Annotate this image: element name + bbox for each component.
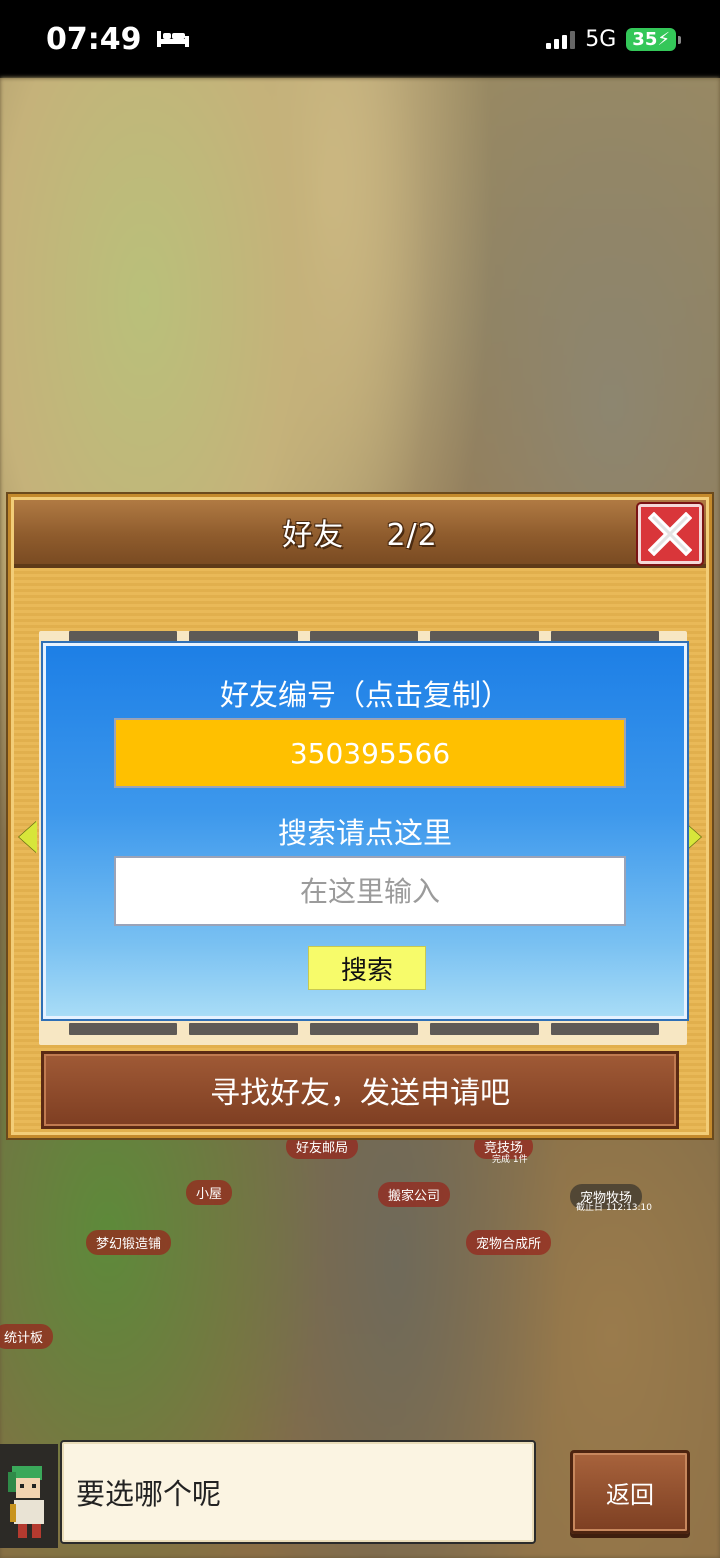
close-icon [648, 512, 692, 556]
panel-tab-strip-top [69, 631, 660, 643]
arrow-left-icon[interactable] [19, 821, 37, 853]
find-friends-banner: 寻找好友，发送申请吧 [41, 1051, 679, 1129]
speech-bubble: 要选哪个呢 [60, 1440, 536, 1544]
dialog-header: 好友 2/2 [14, 500, 706, 568]
avatar [0, 1444, 58, 1548]
map-label-cabin[interactable]: 小屋 [186, 1180, 233, 1205]
character-avatar-icon [8, 1466, 44, 1538]
dialog-page: 2/2 [386, 518, 438, 553]
search-input[interactable] [114, 856, 626, 926]
speech-text: 要选哪个呢 [76, 1477, 222, 1511]
map-label-moving-company[interactable]: 搬家公司 [378, 1182, 451, 1207]
dialog-title-text: 好友 [282, 518, 345, 553]
dialog-title: 好友 2/2 [282, 510, 437, 554]
status-time: 07:49 [46, 21, 142, 57]
search-button[interactable]: 搜索 [308, 946, 426, 990]
friend-id-panel: 好友编号（点击复制） 350395566 搜索请点这里 搜索 [43, 643, 687, 1019]
status-left: 07:49 [46, 22, 190, 57]
friend-id-copy-box[interactable]: 350395566 [114, 718, 626, 788]
map-label-stats-board[interactable]: 统计板 [0, 1324, 54, 1349]
map-sublabel-arena: 完成 1件 [492, 1155, 528, 1165]
search-label: 搜索请点这里 [277, 816, 452, 850]
network-label: 5G [585, 26, 617, 52]
friend-dialog: 好友 2/2 好友编号（点击复制） 350395566 搜索请点这里 搜索 寻找… [8, 494, 712, 1138]
map-label-pet-fusion[interactable]: 宠物合成所 [466, 1230, 552, 1255]
close-button[interactable] [638, 504, 702, 564]
battery-icon: 35⚡ [626, 27, 681, 51]
status-right: 5G 35⚡ [546, 26, 681, 52]
friend-id-label: 好友编号（点击复制） [219, 678, 510, 712]
map-label-dream-forge[interactable]: 梦幻锻造铺 [86, 1230, 172, 1255]
bed-icon [156, 22, 190, 57]
signal-icon [546, 29, 576, 49]
status-bar: 07:49 5G 35⚡ [0, 0, 720, 78]
map-sublabel-pet-ranch: 截止日 112:13:10 [576, 1203, 653, 1213]
panel-tab-strip-bottom [69, 1023, 660, 1035]
back-button[interactable]: 返回 [570, 1450, 690, 1534]
battery-level: 35 [632, 28, 658, 50]
